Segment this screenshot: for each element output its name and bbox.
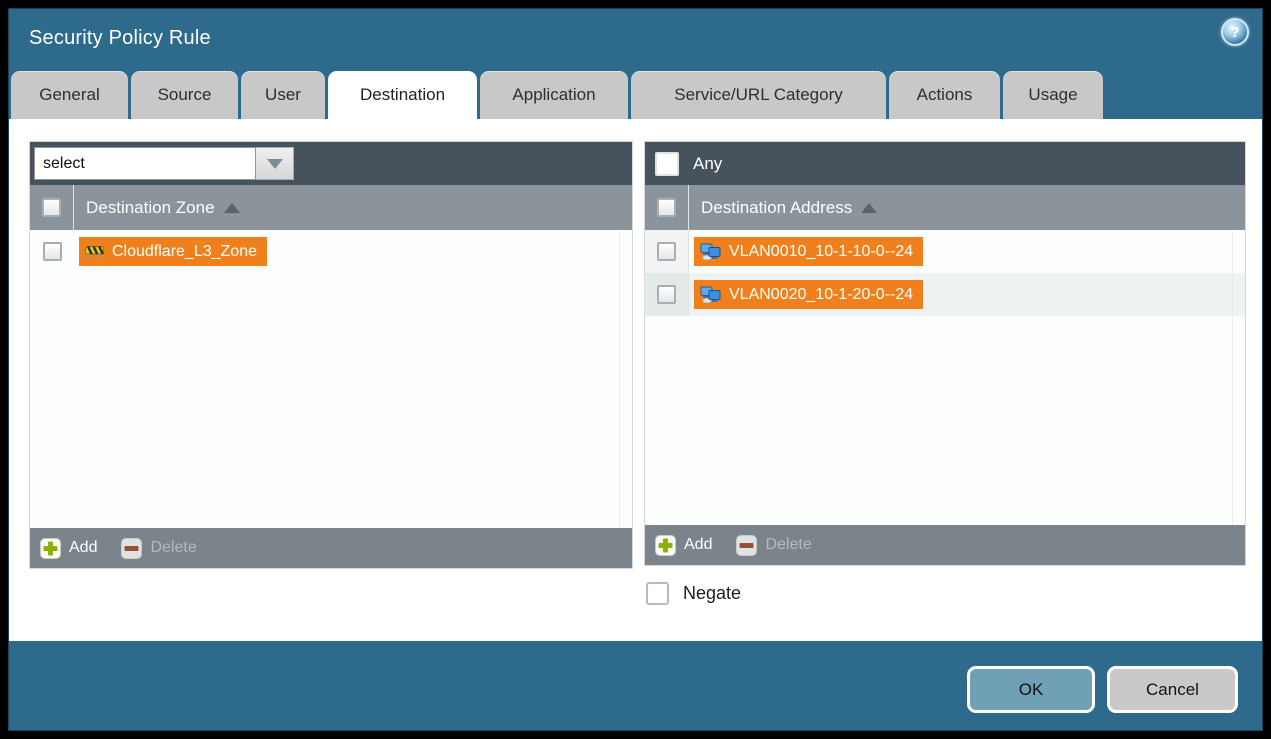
any-checkbox[interactable] [655, 152, 679, 176]
security-policy-rule-dialog: Security Policy Rule ? General Source Us… [8, 8, 1263, 731]
tab-user[interactable]: User [241, 71, 325, 119]
zone-delete-label: Delete [150, 539, 196, 557]
cancel-button[interactable]: Cancel [1107, 666, 1238, 713]
tab-bar: General Source User Destination Applicat… [11, 71, 1103, 119]
zone-toolbar [30, 142, 632, 185]
address-delete-label: Delete [765, 536, 811, 554]
minus-icon [121, 538, 142, 559]
address-item-label: VLAN0020_10-1-20-0--24 [729, 286, 913, 304]
sort-ascending-icon [224, 203, 240, 213]
tab-destination[interactable]: Destination [328, 71, 477, 120]
address-list: VLAN0010_10-1-10-0--24 VLAN0020_10-1 [645, 230, 1245, 525]
address-add-button[interactable]: Add [655, 535, 712, 556]
address-row-checkbox[interactable] [657, 242, 676, 261]
zone-item[interactable]: Cloudflare_L3_Zone [79, 237, 267, 266]
zone-barrier-icon [85, 244, 104, 259]
negate-checkbox[interactable] [646, 582, 669, 605]
zone-item-label: Cloudflare_L3_Zone [112, 243, 257, 261]
zone-delete-button[interactable]: Delete [121, 538, 196, 559]
any-label: Any [693, 154, 722, 174]
sort-ascending-icon [861, 203, 877, 213]
address-row-checkbox[interactable] [657, 285, 676, 304]
address-column-label: Destination Address [701, 198, 852, 218]
help-icon[interactable]: ? [1221, 18, 1249, 46]
zone-add-label: Add [69, 539, 97, 557]
address-item[interactable]: VLAN0010_10-1-10-0--24 [694, 237, 923, 266]
tab-actions[interactable]: Actions [889, 71, 1000, 119]
zone-column-header[interactable]: Destination Zone [30, 185, 632, 230]
destination-zone-panel: Destination Zone [29, 141, 633, 569]
address-toolbar: Any [645, 142, 1245, 185]
ok-button[interactable]: OK [967, 666, 1095, 713]
tab-application[interactable]: Application [480, 71, 628, 119]
address-row: VLAN0020_10-1-20-0--24 [645, 273, 1245, 316]
tab-usage[interactable]: Usage [1003, 71, 1103, 119]
address-delete-button[interactable]: Delete [736, 535, 811, 556]
tab-service-url-category[interactable]: Service/URL Category [631, 71, 886, 119]
zone-column-label: Destination Zone [86, 198, 215, 218]
negate-option: Negate [646, 582, 741, 605]
network-address-icon [700, 286, 721, 303]
zone-select-all-checkbox[interactable] [42, 198, 61, 217]
zone-select-input[interactable] [34, 147, 256, 180]
zone-add-button[interactable]: Add [40, 538, 97, 559]
plus-icon [40, 538, 61, 559]
dialog-title: Security Policy Rule [29, 27, 211, 50]
zone-list: Cloudflare_L3_Zone [30, 230, 632, 528]
minus-icon [736, 535, 757, 556]
tab-general[interactable]: General [11, 71, 128, 119]
network-address-icon [700, 243, 721, 260]
destination-tab-content: Destination Zone [9, 119, 1262, 641]
chevron-down-icon [267, 159, 283, 169]
destination-address-panel: Any Destination Address [644, 141, 1246, 566]
address-panel-footer: Add Delete [645, 525, 1245, 565]
zone-select-dropdown-button[interactable] [256, 147, 294, 180]
negate-label: Negate [683, 583, 741, 604]
zone-row: Cloudflare_L3_Zone [30, 230, 632, 273]
address-item-label: VLAN0010_10-1-10-0--24 [729, 243, 913, 261]
address-row: VLAN0010_10-1-10-0--24 [645, 230, 1245, 273]
address-select-all-checkbox[interactable] [657, 198, 676, 217]
plus-icon [655, 535, 676, 556]
zone-row-checkbox[interactable] [43, 242, 62, 261]
address-column-header[interactable]: Destination Address [645, 185, 1245, 230]
zone-panel-footer: Add Delete [30, 528, 632, 568]
address-add-label: Add [684, 536, 712, 554]
address-item[interactable]: VLAN0020_10-1-20-0--24 [694, 280, 923, 309]
title-bar: Security Policy Rule ? [9, 9, 1262, 71]
tab-source[interactable]: Source [131, 71, 238, 119]
